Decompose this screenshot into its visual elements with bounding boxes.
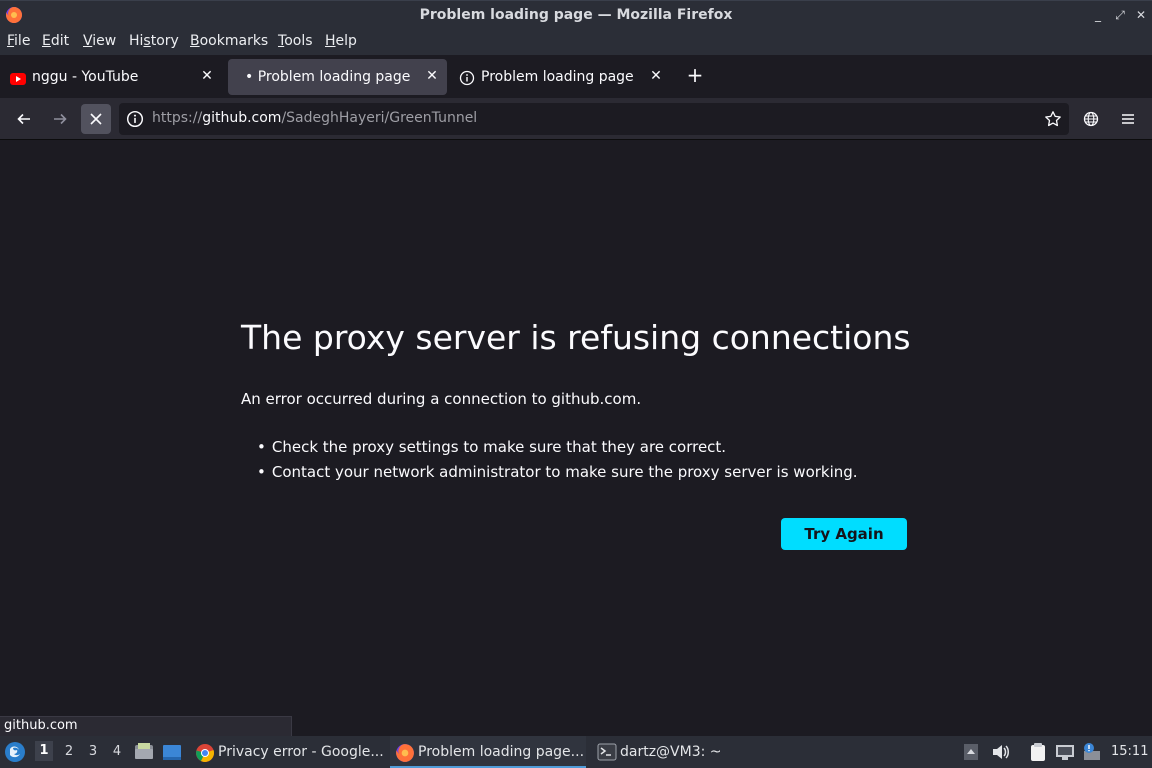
tab-label: nggu - YouTube [32, 69, 139, 85]
extensions-button[interactable] [1076, 104, 1106, 134]
start-menu-icon[interactable] [4, 741, 26, 767]
youtube-icon [10, 70, 26, 89]
notification-icon[interactable] [1082, 742, 1102, 766]
error-suggestions: Check the proxy settings to make sure th… [257, 438, 858, 488]
forward-arrow-icon [54, 113, 67, 125]
tray-up-arrow-icon[interactable] [963, 742, 979, 766]
tab-close-icon[interactable]: ✕ [423, 67, 441, 85]
minimize-icon[interactable]: _ [1091, 7, 1105, 23]
workspace-3[interactable]: 3 [84, 744, 102, 759]
task-firefox[interactable]: Problem loading page... [390, 736, 586, 768]
menu-help[interactable]: Help [325, 33, 357, 49]
tab-close-icon[interactable]: ✕ [198, 67, 216, 85]
file-manager-icon[interactable] [134, 742, 154, 766]
maximize-icon[interactable]: ⤢ [1113, 7, 1127, 23]
firefox-icon [395, 743, 415, 767]
taskbar: 1 2 3 4 Privacy error - Google... Proble… [0, 736, 1152, 768]
task-label: Problem loading page... [418, 744, 585, 760]
url-text[interactable]: https://github.com/SadeghHayeri/GreenTun… [152, 110, 477, 126]
desktop-icon[interactable] [162, 742, 182, 766]
tab-close-icon[interactable]: ✕ [647, 67, 665, 85]
tab-label: • Problem loading page [245, 69, 411, 85]
chrome-icon [195, 743, 215, 767]
menu-view[interactable]: View [83, 33, 116, 49]
menu-history[interactable]: History [129, 33, 179, 49]
task-chrome[interactable]: Privacy error - Google... [190, 736, 386, 768]
hamburger-menu-icon [1122, 114, 1134, 124]
site-info-icon[interactable] [126, 110, 144, 132]
menu-tools[interactable]: Tools [278, 33, 313, 49]
list-item: Contact your network administrator to ma… [257, 463, 858, 488]
window-titlebar: Problem loading page — Mozilla Firefox _… [0, 0, 1152, 29]
menu-bookmarks[interactable]: Bookmarks [190, 33, 268, 49]
workspace-4[interactable]: 4 [108, 744, 126, 759]
nav-toolbar: https://github.com/SadeghHayeri/GreenTun… [0, 98, 1152, 140]
list-item: Check the proxy settings to make sure th… [257, 438, 858, 463]
menu-bar: File Edit View History Bookmarks Tools H… [0, 29, 1152, 55]
clipboard-icon[interactable] [1028, 742, 1048, 766]
app-menu-button[interactable] [1113, 104, 1143, 134]
terminal-icon [597, 743, 617, 765]
menu-file[interactable]: File [7, 33, 30, 49]
bookmark-star-icon[interactable] [1044, 110, 1062, 132]
tab-youtube[interactable]: nggu - YouTube ✕ [2, 59, 224, 95]
workspace-2[interactable]: 2 [60, 744, 78, 759]
window-title: Problem loading page — Mozilla Firefox [419, 7, 733, 23]
close-icon[interactable]: ✕ [1134, 7, 1148, 23]
tab-strip: nggu - YouTube ✕ • Problem loading page … [0, 55, 1152, 98]
new-tab-button[interactable]: + [684, 64, 706, 86]
globe-icon [1083, 111, 1099, 127]
back-arrow-icon [17, 113, 30, 125]
clock: 15:11 [1111, 744, 1149, 759]
volume-icon[interactable] [991, 742, 1011, 766]
try-again-button[interactable]: Try Again [781, 518, 907, 550]
forward-button[interactable] [45, 104, 75, 134]
back-button[interactable] [9, 104, 39, 134]
task-label: Privacy error - Google... [218, 744, 384, 760]
tab-label: Problem loading page [481, 69, 634, 85]
task-terminal[interactable]: dartz@VM3: ~ [592, 736, 732, 768]
stop-button[interactable] [81, 104, 111, 134]
tab-problem-loading[interactable]: Problem loading page ✕ [452, 59, 674, 95]
error-title: The proxy server is refusing connections [241, 318, 911, 357]
error-description: An error occurred during a connection to… [241, 390, 642, 408]
url-bar[interactable]: https://github.com/SadeghHayeri/GreenTun… [119, 103, 1069, 135]
menu-edit[interactable]: Edit [42, 33, 69, 49]
tab-problem-loading-active[interactable]: • Problem loading page ✕ [228, 59, 447, 95]
stop-x-icon [90, 113, 102, 125]
workspace-1[interactable]: 1 [35, 741, 53, 761]
status-panel: github.com [0, 716, 292, 736]
info-icon [459, 70, 475, 90]
task-label: dartz@VM3: ~ [620, 744, 722, 760]
network-icon[interactable] [1055, 742, 1075, 766]
